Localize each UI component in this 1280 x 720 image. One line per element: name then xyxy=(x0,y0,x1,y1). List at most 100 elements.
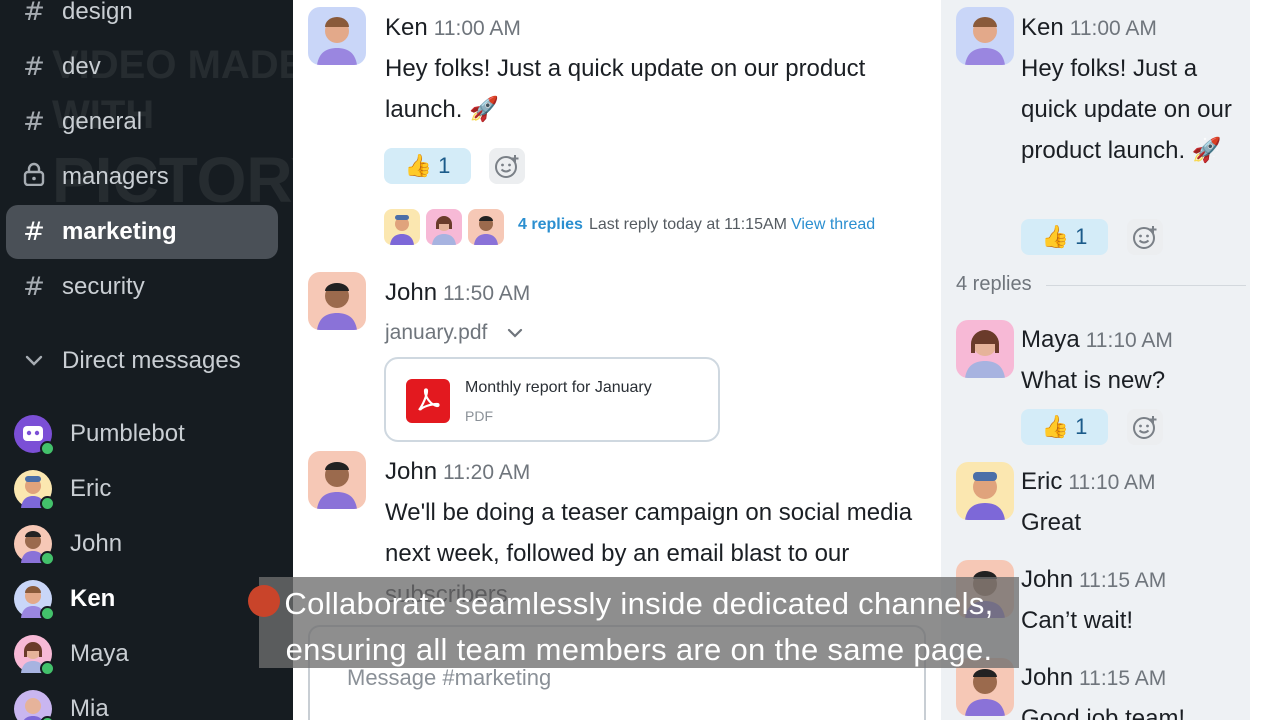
message-time: 11:15 AM xyxy=(1079,667,1167,690)
add-emoji-icon xyxy=(1133,416,1157,439)
channel-label: design xyxy=(62,0,133,25)
dm-ken[interactable]: Ken xyxy=(14,574,115,624)
view-thread-link[interactable]: View thread xyxy=(791,216,875,233)
message-time: 11:00 AM xyxy=(1069,17,1157,40)
online-status-dot xyxy=(40,441,55,456)
hash-icon: # xyxy=(23,107,45,137)
file-title: Monthly report for January xyxy=(465,379,652,396)
avatar[interactable] xyxy=(308,7,366,65)
reaction-count: 1 xyxy=(1075,414,1088,439)
replies-count: 4 replies xyxy=(956,273,1032,295)
thread-summary: 4 replies Last reply today at 11:15AM View… xyxy=(518,216,875,234)
dm-label: Mia xyxy=(70,695,109,720)
add-reaction-button[interactable] xyxy=(1127,409,1163,445)
message-author: John 11:15 AM xyxy=(1021,566,1166,594)
divider xyxy=(1046,285,1246,286)
message-text: Good job team! xyxy=(1021,705,1186,720)
avatar xyxy=(14,580,55,621)
channel-design[interactable]: # design xyxy=(6,0,278,39)
author-name: John xyxy=(1021,566,1074,593)
avatar[interactable] xyxy=(956,7,1014,65)
caption-line-1: Collaborate seamlessly inside dedicated … xyxy=(284,586,994,621)
thumbs-up-icon: 👍 xyxy=(1041,224,1070,249)
avatar xyxy=(14,415,55,456)
author-name: Ken xyxy=(385,14,428,41)
file-type: PDF xyxy=(465,408,493,424)
message-text: Great xyxy=(1021,509,1082,536)
add-emoji-icon xyxy=(1133,226,1157,249)
thumbs-up-icon: 👍 xyxy=(1041,414,1070,439)
thread-replies-link[interactable]: 4 replies xyxy=(518,216,583,233)
channel-marketing[interactable]: # marketing xyxy=(6,205,278,259)
add-reaction-button[interactable] xyxy=(489,148,525,184)
lock-icon xyxy=(6,162,62,193)
author-name: John xyxy=(385,279,438,306)
avatar[interactable] xyxy=(308,272,366,330)
hash-icon: # xyxy=(23,217,45,247)
message-text: Hey folks! Just a quick update on our pr… xyxy=(385,55,866,123)
channel-label: dev xyxy=(62,53,101,80)
dm-pumblebot[interactable]: Pumblebot xyxy=(14,409,185,459)
message-author: Maya 11:10 AM xyxy=(1021,326,1173,354)
file-name-label: january.pdf xyxy=(385,321,488,344)
message-author: Ken 11:00 AM xyxy=(1021,14,1157,42)
dm-label: John xyxy=(70,530,123,557)
avatar xyxy=(14,470,55,511)
message-author: John 11:15 AM xyxy=(1021,664,1166,692)
message-author: John 11:20 AM xyxy=(385,458,530,486)
online-status-dot xyxy=(40,716,55,720)
file-attachment-card[interactable]: Monthly report for January PDF xyxy=(384,357,720,442)
author-name: John xyxy=(385,458,438,485)
message-author: John 11:50 AM xyxy=(385,279,530,307)
avatar xyxy=(14,525,55,566)
message-author: Ken 11:00 AM xyxy=(385,14,521,42)
message-time: 11:10 AM xyxy=(1068,471,1156,494)
message-text: Can’t wait! xyxy=(1021,607,1134,634)
avatar[interactable] xyxy=(308,451,366,509)
hash-icon: # xyxy=(23,272,45,302)
thread-participants[interactable] xyxy=(384,209,504,245)
dm-mia[interactable]: Mia xyxy=(14,684,109,720)
thread-last-reply: Last reply today at 11:15AM xyxy=(588,216,787,233)
online-status-dot xyxy=(40,551,55,566)
avatar[interactable] xyxy=(956,320,1014,378)
dm-label: Maya xyxy=(70,640,129,667)
direct-messages-header[interactable]: Direct messages xyxy=(6,337,241,385)
channel-dev[interactable]: # dev xyxy=(6,40,278,94)
hash-icon: # xyxy=(23,0,45,27)
message-time: 11:50 AM xyxy=(443,282,531,305)
add-emoji-icon xyxy=(495,155,519,178)
right-edge xyxy=(1250,0,1280,720)
dm-john[interactable]: John xyxy=(14,519,122,569)
channel-security[interactable]: # security xyxy=(6,260,278,314)
add-reaction-button[interactable] xyxy=(1127,219,1163,255)
chevron-down-icon xyxy=(508,329,523,339)
chevron-down-icon xyxy=(6,351,62,372)
channel-general[interactable]: # general xyxy=(6,95,278,149)
avatar[interactable] xyxy=(956,462,1014,520)
message-time: 11:10 AM xyxy=(1085,329,1173,352)
channel-label: general xyxy=(62,108,143,135)
dm-label: Pumblebot xyxy=(70,420,185,447)
channel-label: security xyxy=(62,273,145,300)
dm-maya[interactable]: Maya xyxy=(14,629,129,679)
reaction-thumbs-up[interactable]: 👍 1 xyxy=(1021,219,1108,255)
pdf-file-icon xyxy=(406,379,450,423)
author-name: Ken xyxy=(1021,14,1064,41)
sidebar: VIDEO MADE WITH PICTORY.AI # design # de… xyxy=(0,0,293,720)
message-text: What is new? xyxy=(1021,367,1166,394)
reaction-count: 1 xyxy=(438,153,451,178)
online-status-dot xyxy=(40,496,55,511)
reaction-thumbs-up[interactable]: 👍 1 xyxy=(384,148,471,184)
message-time: 11:00 AM xyxy=(433,17,521,40)
author-name: Maya xyxy=(1021,326,1080,353)
dm-eric[interactable]: Eric xyxy=(14,464,111,514)
caption-line-2: ensuring all team members are on the sam… xyxy=(285,632,993,667)
channel-managers[interactable]: managers xyxy=(6,150,278,204)
author-name: John xyxy=(1021,664,1074,691)
file-toggle[interactable]: january.pdf xyxy=(385,321,523,345)
message-time: 11:15 AM xyxy=(1079,569,1167,592)
channel-label: marketing xyxy=(62,218,177,245)
reaction-thumbs-up[interactable]: 👍 1 xyxy=(1021,409,1108,445)
online-status-dot xyxy=(40,606,55,621)
